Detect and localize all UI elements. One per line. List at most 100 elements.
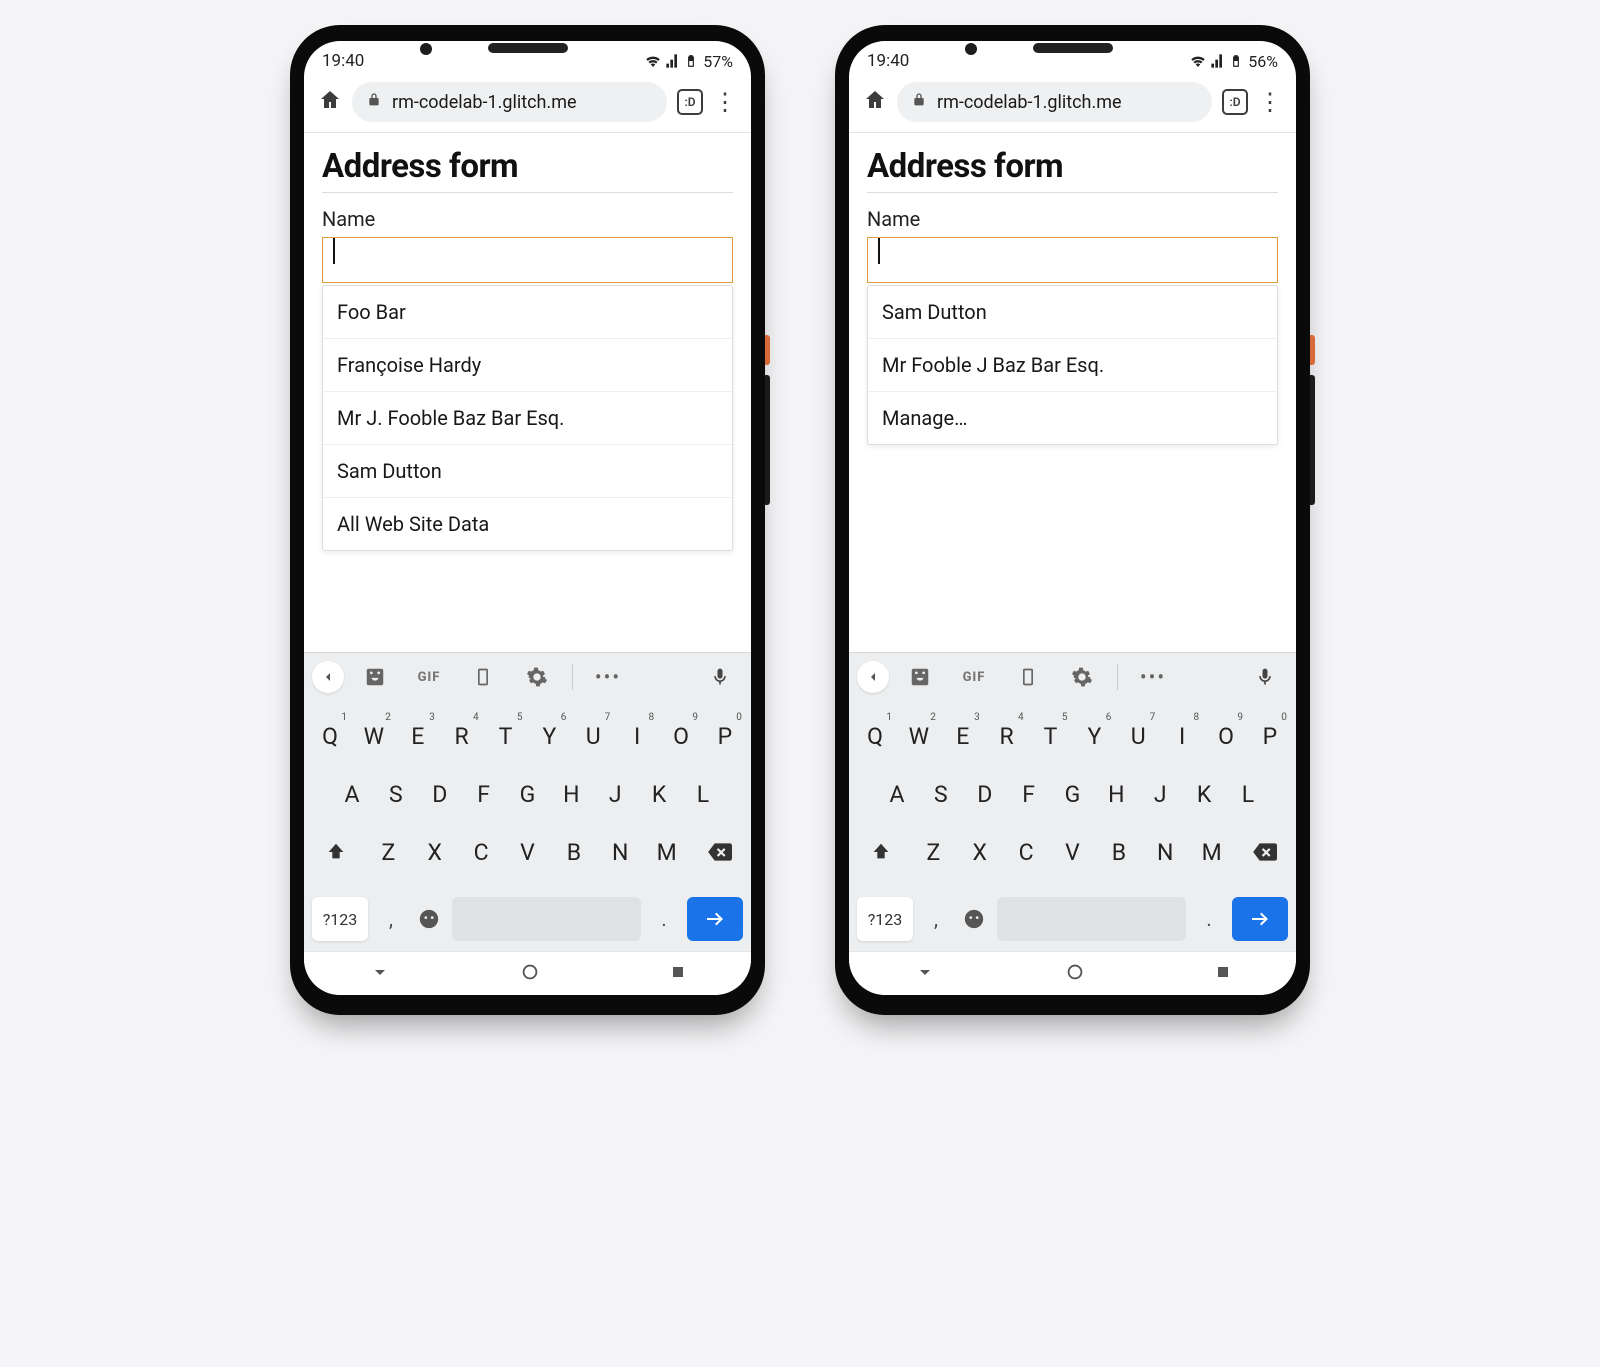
more-icon[interactable]: ••• [585,665,631,689]
key-X[interactable]: X [960,826,1000,878]
key-P[interactable]: P0 [705,710,745,762]
space-key[interactable] [452,897,641,941]
key-M[interactable]: M [1192,826,1232,878]
key-S[interactable]: S [376,768,416,820]
overflow-menu-icon[interactable]: ⋮ [1258,90,1282,114]
collapse-icon[interactable] [312,661,344,693]
key-C[interactable]: C [1006,826,1046,878]
enter-key[interactable] [1232,897,1288,941]
key-C[interactable]: C [461,826,501,878]
key-N[interactable]: N [600,826,640,878]
key-Z[interactable]: Z [913,826,953,878]
key-V[interactable]: V [1053,826,1093,878]
key-Y[interactable]: Y6 [529,710,569,762]
key-U[interactable]: U7 [573,710,613,762]
omnibox[interactable]: rm-codelab-1.glitch.me [352,82,667,122]
key-Q[interactable]: Q1 [310,710,350,762]
omnibox[interactable]: rm-codelab-1.glitch.me [897,82,1212,122]
backspace-key[interactable] [693,826,745,878]
key-H[interactable]: H [551,768,591,820]
backspace-key[interactable] [1238,826,1290,878]
period-key[interactable]: . [1194,907,1224,931]
shift-key[interactable] [310,826,362,878]
key-P[interactable]: P0 [1250,710,1290,762]
home-icon[interactable] [318,88,342,116]
key-J[interactable]: J [595,768,635,820]
sticker-icon[interactable] [897,666,943,688]
autofill-suggestion[interactable]: Manage… [868,392,1277,444]
nav-recents-icon[interactable] [1213,962,1233,986]
key-F[interactable]: F [1009,768,1049,820]
key-G[interactable]: G [1053,768,1093,820]
key-L[interactable]: L [683,768,723,820]
key-U[interactable]: U7 [1118,710,1158,762]
key-B[interactable]: B [554,826,594,878]
symbols-key[interactable]: ?123 [312,897,368,941]
key-A[interactable]: A [877,768,917,820]
comma-key[interactable]: , [921,907,951,931]
key-A[interactable]: A [332,768,372,820]
key-S[interactable]: S [921,768,961,820]
key-L[interactable]: L [1228,768,1268,820]
tabs-button[interactable]: :D [677,89,703,115]
key-T[interactable]: T5 [1031,710,1071,762]
name-input[interactable] [867,237,1278,283]
key-M[interactable]: M [647,826,687,878]
key-K[interactable]: K [1184,768,1224,820]
nav-back-icon[interactable] [913,960,937,988]
tabs-button[interactable]: :D [1222,89,1248,115]
symbols-key[interactable]: ?123 [857,897,913,941]
key-H[interactable]: H [1096,768,1136,820]
key-W[interactable]: W2 [899,710,939,762]
key-E[interactable]: E3 [398,710,438,762]
settings-icon[interactable] [514,666,560,688]
key-Y[interactable]: Y6 [1074,710,1114,762]
key-G[interactable]: G [508,768,548,820]
more-icon[interactable]: ••• [1130,665,1176,689]
shift-key[interactable] [855,826,907,878]
key-R[interactable]: R4 [442,710,482,762]
sticker-icon[interactable] [352,666,398,688]
emoji-key[interactable] [959,908,989,930]
autofill-suggestion[interactable]: Sam Dutton [868,286,1277,339]
key-R[interactable]: R4 [987,710,1027,762]
space-key[interactable] [997,897,1186,941]
home-icon[interactable] [863,88,887,116]
key-D[interactable]: D [965,768,1005,820]
key-I[interactable]: I8 [1162,710,1202,762]
key-V[interactable]: V [508,826,548,878]
key-F[interactable]: F [464,768,504,820]
enter-key[interactable] [687,897,743,941]
gif-button[interactable]: GIF [951,670,997,685]
key-D[interactable]: D [420,768,460,820]
mic-icon[interactable] [697,667,743,687]
period-key[interactable]: . [649,907,679,931]
nav-home-icon[interactable] [1064,961,1086,987]
key-N[interactable]: N [1145,826,1185,878]
autofill-suggestion[interactable]: Mr Fooble J Baz Bar Esq. [868,339,1277,392]
key-T[interactable]: T5 [486,710,526,762]
autofill-suggestion[interactable]: Foo Bar [323,286,732,339]
key-W[interactable]: W2 [354,710,394,762]
autofill-suggestion[interactable]: Sam Dutton [323,445,732,498]
key-X[interactable]: X [415,826,455,878]
clipboard-icon[interactable] [460,667,506,687]
autofill-suggestion[interactable]: Françoise Hardy [323,339,732,392]
nav-back-icon[interactable] [368,960,392,988]
settings-icon[interactable] [1059,666,1105,688]
emoji-key[interactable] [414,908,444,930]
key-B[interactable]: B [1099,826,1139,878]
key-O[interactable]: O9 [661,710,701,762]
key-O[interactable]: O9 [1206,710,1246,762]
clipboard-icon[interactable] [1005,667,1051,687]
name-input[interactable] [322,237,733,283]
mic-icon[interactable] [1242,667,1288,687]
key-Z[interactable]: Z [368,826,408,878]
comma-key[interactable]: , [376,907,406,931]
nav-recents-icon[interactable] [668,962,688,986]
gif-button[interactable]: GIF [406,670,452,685]
collapse-icon[interactable] [857,661,889,693]
key-E[interactable]: E3 [943,710,983,762]
nav-home-icon[interactable] [519,961,541,987]
overflow-menu-icon[interactable]: ⋮ [713,90,737,114]
